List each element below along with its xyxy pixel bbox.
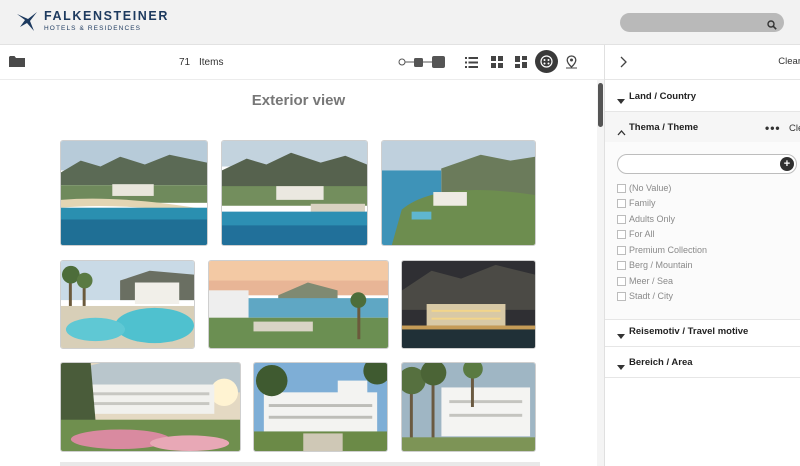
chevron-up-icon <box>617 123 626 141</box>
theme-option[interactable]: Berg / Mountain <box>617 259 693 271</box>
checkbox[interactable] <box>617 229 626 239</box>
app-window: FALKENSTEINER HOTELS & RESIDENCES 71 Ite… <box>0 0 800 466</box>
item-count: 71 <box>179 57 191 68</box>
facet-title: Land / Country <box>629 91 697 102</box>
folder-icon[interactable] <box>9 55 25 73</box>
theme-option[interactable]: Meer / Sea <box>617 275 673 287</box>
swallow-logo-icon <box>17 12 37 31</box>
theme-option[interactable]: Adults Only <box>617 213 675 225</box>
thumbnail[interactable] <box>401 362 536 452</box>
bottom-bar <box>60 462 540 466</box>
map-view-icon[interactable] <box>562 53 580 71</box>
thumbnail[interactable] <box>60 260 195 349</box>
chevron-down-icon <box>617 92 625 110</box>
facet-title: Reisemotiv / Travel motive <box>629 326 749 337</box>
filter-panel-header: Clear <box>605 45 800 80</box>
search-icon[interactable] <box>767 17 777 35</box>
filter-panel: Clear Land / Country Thema / Theme ••• C… <box>604 45 800 466</box>
search-input[interactable] <box>620 13 784 32</box>
gallery-scrollbar[interactable] <box>597 80 604 466</box>
facet-theme-options: + (No Value) Family Adults Only For All … <box>605 142 800 320</box>
brand-subtitle: HOTELS & RESIDENCES <box>44 24 142 32</box>
brand-logo[interactable]: FALKENSTEINER HOTELS & RESIDENCES <box>16 10 169 32</box>
header: FALKENSTEINER HOTELS & RESIDENCES <box>0 0 800 45</box>
grid-view-icon[interactable] <box>488 53 506 71</box>
theme-option[interactable]: Family <box>617 197 656 209</box>
list-view-icon[interactable] <box>462 53 480 71</box>
theme-option[interactable]: Premium Collection <box>617 244 707 256</box>
thumbnail[interactable] <box>60 362 241 452</box>
facet-theme[interactable]: Thema / Theme ••• Cle <box>605 112 800 143</box>
facet-land-country[interactable]: Land / Country <box>605 81 800 112</box>
chevron-down-icon <box>617 327 625 345</box>
thumbnail[interactable] <box>401 260 536 349</box>
facet-clear-button[interactable]: Cle <box>789 123 800 134</box>
checkbox[interactable] <box>617 260 626 270</box>
toolbar: 71 Items <box>0 45 604 80</box>
facet-travel-motive[interactable]: Reisemotiv / Travel motive <box>605 316 800 347</box>
chevron-down-icon <box>617 358 625 376</box>
checkbox[interactable] <box>617 214 626 224</box>
clear-all-button[interactable]: Clear <box>778 56 800 67</box>
gallery: Exterior view <box>0 80 597 466</box>
theme-option[interactable]: Stadt / City <box>617 290 673 302</box>
theme-option[interactable]: (No Value) <box>617 182 671 194</box>
item-count-label: Items <box>199 57 224 68</box>
thumbnail[interactable] <box>208 260 389 349</box>
more-options-icon[interactable]: ••• <box>765 121 781 135</box>
checkbox[interactable] <box>617 245 626 255</box>
facet-area[interactable]: Bereich / Area <box>605 347 800 378</box>
checkbox[interactable] <box>617 291 626 301</box>
checkbox[interactable] <box>617 198 626 208</box>
theme-option[interactable]: For All <box>617 228 655 240</box>
facet-title: Thema / Theme <box>629 122 699 133</box>
detail-view-icon[interactable] <box>535 50 558 73</box>
facet-title: Bereich / Area <box>629 357 693 368</box>
zoom-slider-handle <box>414 58 423 67</box>
brand-name: FALKENSTEINER <box>44 9 169 23</box>
checkbox[interactable] <box>617 183 626 193</box>
section-title: Exterior view <box>251 92 346 109</box>
checkbox[interactable] <box>617 276 626 286</box>
thumbnail[interactable] <box>221 140 368 246</box>
scrollbar-thumb[interactable] <box>598 83 603 127</box>
add-icon[interactable]: + <box>780 157 794 171</box>
thumbnail[interactable] <box>253 362 388 452</box>
thumbnail[interactable] <box>60 140 208 246</box>
facet-search-input[interactable]: + <box>617 154 797 174</box>
thumbnail[interactable] <box>381 140 536 246</box>
zoom-slider[interactable] <box>398 54 448 70</box>
mosaic-view-icon[interactable] <box>512 53 530 71</box>
chevron-right-icon[interactable] <box>619 55 627 73</box>
